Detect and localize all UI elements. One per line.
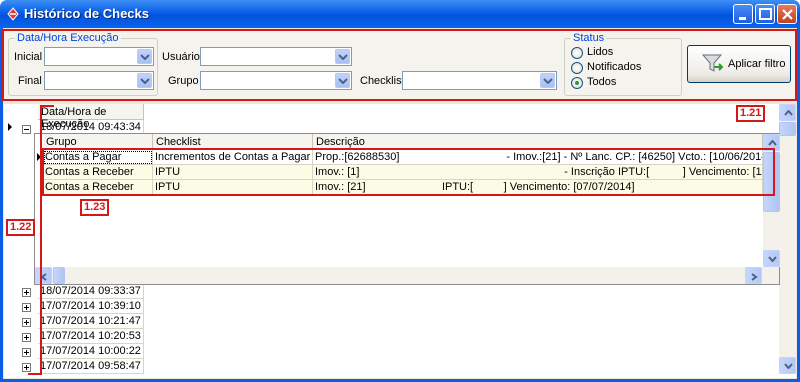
scroll-left-button[interactable] (35, 267, 52, 284)
collapse-icon[interactable] (22, 125, 31, 134)
chevron-up-icon (784, 110, 793, 116)
scroll-thumb[interactable] (779, 122, 796, 136)
scroll-up-button[interactable] (779, 104, 796, 121)
maximize-button[interactable] (755, 4, 775, 24)
grid-row-datetime: 18/07/2014 09:43:34 (40, 121, 141, 133)
title-bar: Histórico de Checks (0, 0, 800, 28)
grupo-header-label: Grupo (46, 136, 77, 148)
filter-annotation-tag: 1.21 (736, 105, 766, 122)
chevron-right-icon (751, 273, 758, 281)
window-title: Histórico de Checks (24, 6, 149, 21)
grid-row-datetime: 17/07/2014 09:58:47 (40, 360, 141, 372)
grid-row-datetime: 17/07/2014 10:21:47 (40, 315, 141, 327)
close-icon (782, 9, 793, 20)
minimize-icon (739, 17, 746, 20)
minimize-button[interactable] (733, 4, 753, 24)
expand-icon[interactable] (22, 288, 31, 297)
column-annotation-line (28, 373, 42, 375)
grid-row[interactable]: 18/07/2014 09:33:37 (38, 284, 144, 299)
expand-icon[interactable] (22, 363, 31, 372)
main-vertical-scrollbar[interactable] (779, 104, 796, 374)
scroll-down-button[interactable] (763, 250, 780, 267)
descricao-header-label: Descrição (316, 136, 365, 148)
expand-icon[interactable] (22, 303, 31, 312)
grid-row-datetime: 17/07/2014 10:20:53 (40, 330, 141, 342)
filter-annotation-box (2, 29, 797, 101)
column-annotation-line (40, 105, 42, 375)
chevron-up-icon (768, 140, 777, 146)
detail-horizontal-scrollbar[interactable] (35, 267, 779, 284)
detail-annotation-tag: 1.23 (80, 199, 110, 216)
scroll-thumb[interactable] (53, 267, 65, 284)
expand-icon[interactable] (22, 348, 31, 357)
expand-icon[interactable] (22, 333, 31, 342)
chevron-down-icon (768, 256, 777, 262)
grid-row-datetime: 17/07/2014 10:39:10 (40, 300, 141, 312)
grid-row[interactable]: 17/07/2014 10:20:53 (38, 329, 144, 344)
grid-row-datetime: 18/07/2014 09:33:37 (40, 285, 141, 297)
column-annotation-line (40, 105, 54, 107)
scroll-right-button[interactable] (745, 267, 762, 284)
chevron-down-icon (784, 363, 793, 369)
grid-row[interactable]: 17/07/2014 10:21:47 (38, 314, 144, 329)
close-button[interactable] (777, 4, 797, 24)
grid-row[interactable]: 17/07/2014 09:58:47 (38, 359, 144, 374)
current-row-indicator-icon (8, 123, 12, 131)
column-annotation-tag: 1.22 (6, 219, 36, 236)
checklist-header-label: Checklist (156, 136, 201, 148)
grid-row[interactable]: 17/07/2014 10:39:10 (38, 299, 144, 314)
scroll-down-button[interactable] (779, 357, 796, 374)
expand-icon[interactable] (22, 318, 31, 327)
grid-row[interactable]: 17/07/2014 10:00:22 (38, 344, 144, 359)
app-icon (7, 7, 19, 21)
maximize-icon (759, 8, 772, 20)
grid-row-datetime: 17/07/2014 10:00:22 (40, 345, 141, 357)
detail-annotation-box (42, 148, 775, 196)
